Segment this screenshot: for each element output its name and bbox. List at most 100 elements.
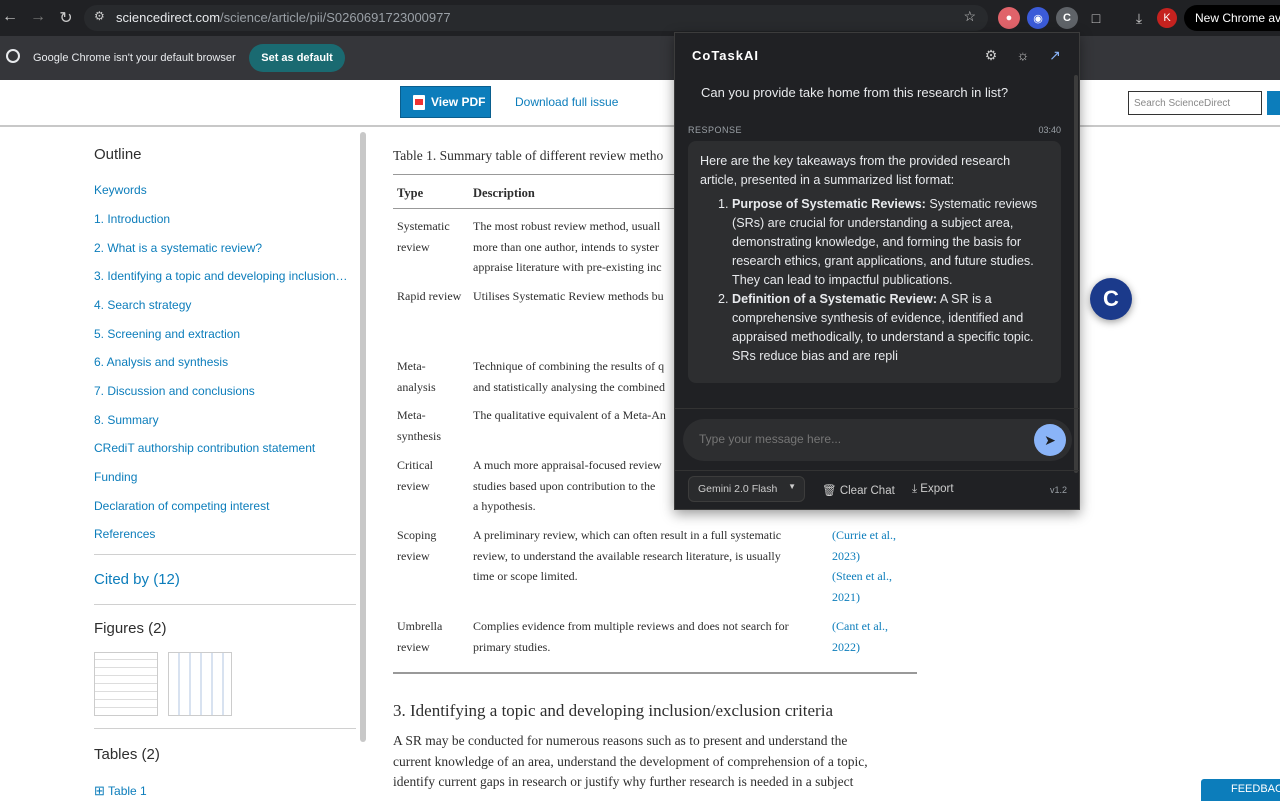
takeaway-title: Purpose of Systematic Reviews:: [732, 197, 926, 211]
search-sciencedirect-input[interactable]: Search ScienceDirect: [1128, 91, 1262, 115]
takeaway-item: Purpose of Systematic Reviews: Systemati…: [732, 195, 1049, 290]
outline-item-identifying-topic[interactable]: 3. Identifying a topic and developing in…: [94, 269, 348, 283]
outline-item-screening[interactable]: 5. Screening and extraction: [94, 327, 240, 341]
cell-line: Technique of combining the results of q: [473, 359, 665, 373]
reference-link[interactable]: 2022): [832, 637, 888, 658]
feedback-button[interactable]: FEEDBAC: [1201, 779, 1280, 801]
response-box: Here are the key takeaways from the prov…: [688, 141, 1061, 383]
forward-icon[interactable]: →: [28, 8, 48, 26]
table-cell-references[interactable]: (Currie et al., 2023) (Steen et al., 2021): [832, 525, 896, 607]
outline-item-keywords[interactable]: Keywords: [94, 183, 147, 197]
cell-line: Utilises Systematic Review methods bu: [473, 289, 664, 303]
outline-item-discussion[interactable]: 7. Discussion and conclusions: [94, 384, 255, 398]
cell-line: review: [397, 548, 430, 563]
outline-item-search-strategy[interactable]: 4. Search strategy: [94, 298, 191, 312]
theme-sun-icon[interactable]: ☼: [1014, 47, 1032, 65]
cell-line: Umbrella: [397, 619, 443, 633]
extension-icon-red[interactable]: ●: [998, 7, 1020, 29]
infobar-message: Google Chrome isn't your default browser: [33, 52, 236, 64]
table-cell-type: Scoping review: [397, 525, 436, 566]
reference-link[interactable]: 2023): [832, 546, 896, 567]
cell-line: Scoping: [397, 528, 437, 542]
set-as-default-button[interactable]: Set as default: [249, 44, 345, 72]
table-cell-description: A preliminary review, which can often re…: [473, 525, 781, 587]
profile-avatar[interactable]: K: [1157, 8, 1177, 28]
outline-item-introduction[interactable]: 1. Introduction: [94, 212, 170, 226]
download-full-issue-link[interactable]: Download full issue: [515, 95, 618, 109]
response-intro: Here are the key takeaways from the prov…: [700, 154, 1011, 187]
send-icon: ➤: [1044, 431, 1056, 448]
back-icon[interactable]: ←: [0, 8, 20, 26]
cell-line: review: [397, 239, 430, 254]
cell-line: time or scope limited.: [473, 569, 578, 583]
outline-item-funding[interactable]: Funding: [94, 470, 137, 484]
version-label: v1.2: [1049, 485, 1067, 495]
outline-title: Outline: [94, 146, 142, 163]
reference-link[interactable]: (Currie et al.,: [832, 525, 896, 546]
extensions-puzzle-icon[interactable]: □: [1085, 7, 1107, 29]
table-cell-references[interactable]: (Cant et al., 2022): [832, 616, 888, 657]
address-bar[interactable]: ⚙ sciencedirect.com/science/article/pii/…: [84, 5, 988, 31]
default-browser-infobar: Google Chrome isn't your default browser…: [0, 36, 1280, 80]
outline-item-systematic-review[interactable]: 2. What is a systematic review?: [94, 241, 262, 255]
view-pdf-button[interactable]: View PDF: [400, 86, 491, 118]
message-input[interactable]: [699, 432, 1019, 446]
section-heading: 3. Identifying a topic and developing in…: [393, 701, 833, 720]
table-cell-type: Meta-synthesis: [397, 405, 441, 446]
outline-item-credit[interactable]: CRediT authorship contribution statement: [94, 441, 315, 455]
table-1-link[interactable]: ⊞ Table 1: [94, 783, 147, 799]
export-button[interactable]: ⤓ Export: [912, 483, 954, 496]
outline-divider: [94, 604, 356, 605]
table-cell-description: Complies evidence from multiple reviews …: [473, 616, 789, 657]
cited-by-link[interactable]: Cited by (12): [94, 571, 180, 588]
cell-line: A much more appraisal-focused review: [473, 458, 662, 472]
download-icon[interactable]: ⤓: [1128, 7, 1150, 29]
model-select[interactable]: Gemini 2.0 Flash ▼: [688, 476, 805, 502]
paragraph-line: current knowledge of an area, understand…: [393, 753, 868, 769]
cell-line: synthesis: [397, 428, 442, 443]
figure-thumbnail-1[interactable]: [94, 652, 158, 716]
extension-icon-blue[interactable]: ◉: [1027, 7, 1049, 29]
cotask-floating-button[interactable]: C: [1090, 278, 1132, 320]
bookmark-star-icon[interactable]: ☆: [963, 8, 976, 25]
search-button[interactable]: [1267, 91, 1280, 115]
table-cell-type: Critical review: [397, 455, 433, 496]
clear-chat-button[interactable]: 🗑 Clear Chat: [822, 483, 895, 497]
cotask-extension-icon[interactable]: C: [1056, 7, 1078, 29]
reload-icon[interactable]: ↻: [56, 8, 76, 28]
browser-toolbar: ← → ↻ ⚙ sciencedirect.com/science/articl…: [0, 0, 1280, 36]
table-cell-description: Technique of combining the results of q a…: [473, 356, 665, 397]
settings-gear-icon[interactable]: ⚙: [982, 47, 1000, 65]
clear-chat-label: Clear Chat: [839, 485, 895, 497]
cell-line: Rapid review: [397, 289, 462, 303]
cotask-title: CoTaskAI: [692, 48, 759, 63]
paragraph-line: identify current gaps in research or jus…: [393, 774, 854, 789]
reference-link[interactable]: (Cant et al.,: [832, 616, 888, 637]
open-external-icon[interactable]: ↗: [1046, 47, 1064, 65]
outline-divider: [94, 554, 356, 555]
panel-scrollbar[interactable]: [1074, 75, 1078, 473]
send-button[interactable]: ➤: [1034, 424, 1066, 456]
table-cell-description: Utilises Systematic Review methods bu: [473, 286, 664, 307]
model-select-value: Gemini 2.0 Flash: [698, 483, 778, 495]
view-pdf-label: View PDF: [431, 95, 486, 109]
reference-link[interactable]: 2021): [832, 587, 896, 608]
outline-item-competing-interest[interactable]: Declaration of competing interest: [94, 499, 269, 513]
reference-link[interactable]: (Steen et al.,: [832, 566, 896, 587]
outline-item-summary[interactable]: 8. Summary: [94, 413, 159, 427]
column-header-type: Type: [397, 186, 424, 200]
table-cell-type: Systematic review: [397, 216, 450, 257]
site-settings-icon[interactable]: ⚙: [94, 9, 105, 23]
new-chrome-available-button[interactable]: New Chrome avai: [1184, 5, 1280, 31]
url-path: /science/article/pii/S0260691723000977: [220, 10, 451, 25]
cell-line: Systematic: [397, 219, 450, 233]
takeaway-title: Definition of a Systematic Review:: [732, 292, 938, 306]
cell-line: Complies evidence from multiple reviews …: [473, 619, 789, 633]
cell-line: review: [397, 639, 430, 654]
outline-item-references[interactable]: References: [94, 527, 155, 541]
sidebar-scrollbar[interactable]: [360, 132, 366, 742]
column-header-description: Description: [473, 186, 535, 200]
outline-item-analysis[interactable]: 6. Analysis and synthesis: [94, 355, 228, 369]
figure-thumbnail-2[interactable]: [168, 652, 232, 716]
table-cell-type: Meta-analysis: [397, 356, 436, 397]
